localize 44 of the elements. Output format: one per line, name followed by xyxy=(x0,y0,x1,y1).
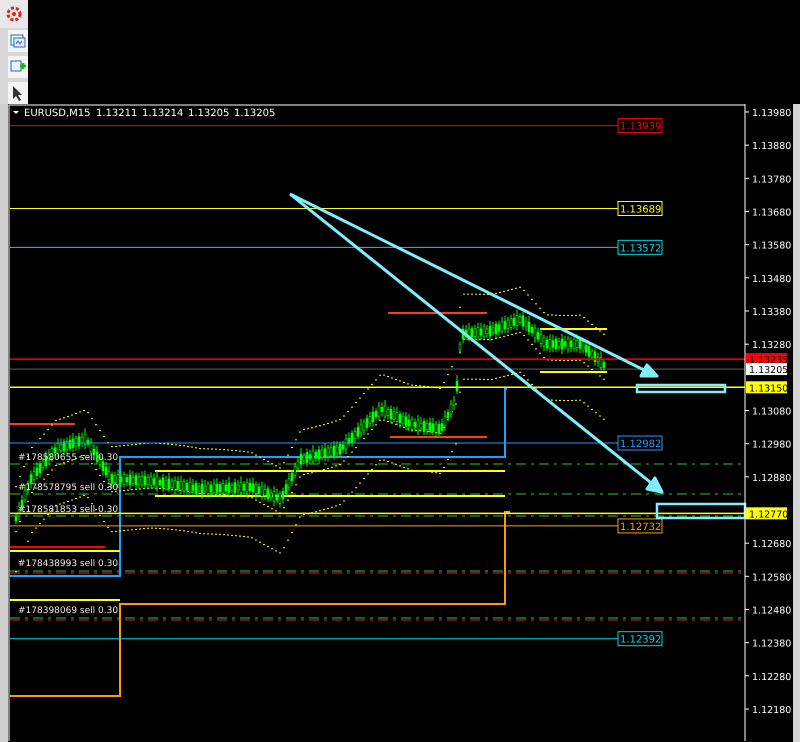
axis-label: 1.12180 xyxy=(752,705,792,716)
quote-value: 1.13211 xyxy=(96,108,138,119)
axis-label: 1.12880 xyxy=(752,472,792,484)
axis-label: 1.13980 xyxy=(752,108,792,119)
axis-label: 1.12380 xyxy=(752,638,792,650)
order-line xyxy=(10,423,75,425)
order-line xyxy=(540,371,607,373)
add-indicator-button[interactable] xyxy=(8,56,28,78)
axis-label: 1.12980 xyxy=(752,440,792,451)
cursor-button[interactable] xyxy=(8,82,28,104)
axis-label: 1.13080 xyxy=(752,406,792,418)
quote-value: 1.13205 xyxy=(234,108,276,119)
chart-title: EURUSD,M15 xyxy=(24,108,90,119)
axis-label: 1.13580 xyxy=(752,240,792,252)
price-label: 1.13689 xyxy=(618,201,662,216)
axis-label: 1.12680 xyxy=(752,539,792,550)
axis-label: 1.12580 xyxy=(752,572,792,584)
price-label: 1.12732 xyxy=(618,518,662,534)
axis-label: 1.13780 xyxy=(752,174,792,186)
order-label: #178398069 sell 0.30 xyxy=(18,606,118,616)
cursor-icon xyxy=(12,85,24,101)
price-label: 1.13572 xyxy=(618,240,662,255)
chart-window-icon xyxy=(10,33,26,49)
axis-label: 1.13680 xyxy=(752,208,792,218)
dropdown-triangle-icon[interactable] xyxy=(13,111,19,114)
axis-label: 1.13480 xyxy=(752,274,792,285)
chart-window-button[interactable] xyxy=(8,30,28,52)
price-tag: 1.13150 xyxy=(746,381,788,394)
price-tag: 1.12770 xyxy=(746,507,788,520)
scrollbar[interactable] xyxy=(793,104,800,742)
axis-label: 1.13280 xyxy=(752,340,792,352)
quote-value: 1.13214 xyxy=(142,108,184,119)
axis-label: 1.13880 xyxy=(752,141,792,152)
gear-logo-icon xyxy=(5,5,23,23)
order-line xyxy=(540,328,607,330)
axis-label: 1.12480 xyxy=(752,606,792,616)
price-label: 1.12982 xyxy=(618,436,662,450)
order-label: #178438993 sell 0.30 xyxy=(18,559,118,569)
axis-label: 1.12280 xyxy=(752,672,792,683)
quote-value: 1.13205 xyxy=(188,108,230,119)
price-label: 1.13939 xyxy=(618,118,662,134)
price-tag: 1.13205 xyxy=(746,363,788,376)
price-label: 1.12392 xyxy=(618,631,662,646)
axis-label: 1.13380 xyxy=(752,307,792,318)
